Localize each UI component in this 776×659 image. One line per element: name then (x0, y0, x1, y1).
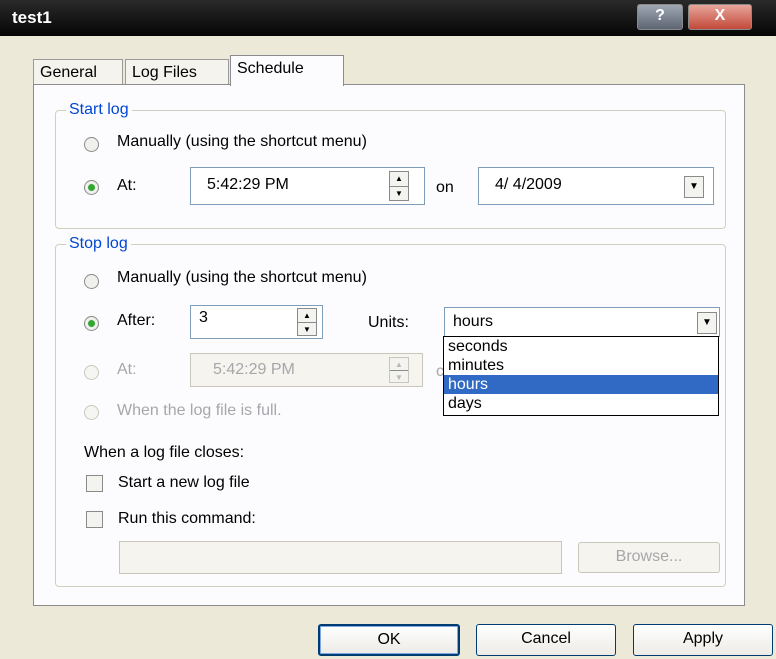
new-log-checkbox[interactable] (86, 475, 103, 492)
stop-at-radio[interactable] (84, 365, 99, 380)
close-button[interactable]: X (688, 4, 752, 30)
tab-log-files[interactable]: Log Files (125, 59, 229, 85)
help-button[interactable]: ? (637, 4, 683, 30)
stop-manual-label: Manually (using the shortcut menu) (117, 269, 367, 286)
chevron-down-icon[interactable]: ▼ (684, 176, 704, 198)
units-option-minutes[interactable]: minutes (444, 356, 718, 375)
ok-button[interactable]: OK (318, 624, 460, 656)
start-manual-label: Manually (using the shortcut menu) (117, 133, 367, 150)
window-title: test1 (12, 8, 52, 27)
stop-full-radio[interactable] (84, 405, 99, 420)
stop-log-legend: Stop log (69, 235, 128, 252)
stop-at-label: At: (117, 361, 137, 378)
units-option-seconds[interactable]: seconds (444, 337, 718, 356)
stop-manual-radio[interactable] (84, 274, 99, 289)
start-log-legend: Start log (69, 101, 129, 118)
apply-button[interactable]: Apply (633, 624, 773, 656)
browse-button[interactable]: Browse... (578, 542, 720, 573)
start-at-label: At: (117, 177, 137, 194)
spin-up-icon[interactable]: ▲ (298, 309, 316, 323)
start-date-picker[interactable]: 4/ 4/2009 (478, 167, 714, 205)
units-label: Units: (368, 314, 409, 331)
chevron-down-icon[interactable]: ▼ (697, 312, 717, 334)
close-actions-heading: When a log file closes: (84, 444, 245, 461)
stop-time-spinner[interactable]: ▲ ▼ (389, 357, 409, 383)
spin-up-icon[interactable]: ▲ (390, 172, 408, 187)
cancel-button[interactable]: Cancel (476, 624, 616, 656)
run-command-checkbox[interactable] (86, 511, 103, 528)
new-log-label: Start a new log file (118, 474, 250, 491)
properties-dialog: test1 ? X General Log Files Schedule Sta… (0, 0, 776, 659)
units-selected-value: hours (453, 313, 494, 330)
units-option-days[interactable]: days (444, 394, 718, 413)
units-option-hours[interactable]: hours (444, 375, 718, 394)
spin-down-icon[interactable]: ▼ (298, 323, 316, 336)
stop-after-radio[interactable] (84, 316, 99, 331)
start-log-group: Start log (55, 101, 726, 229)
stop-full-label: When the log file is full. (117, 402, 282, 419)
units-dropdown-list: seconds minutes hours days (443, 336, 719, 416)
tab-schedule[interactable]: Schedule (230, 55, 344, 86)
start-manual-radio[interactable] (84, 137, 99, 152)
start-at-radio[interactable] (84, 180, 99, 195)
spin-down-icon[interactable]: ▼ (390, 187, 408, 201)
units-select[interactable]: hours ▼ (444, 307, 720, 337)
after-spinner[interactable]: ▲ ▼ (297, 308, 317, 336)
command-input[interactable] (119, 541, 562, 574)
title-bar[interactable]: test1 ? X (0, 0, 776, 36)
spin-up-icon[interactable]: ▲ (390, 358, 408, 371)
stop-after-label: After: (117, 312, 156, 329)
tab-general[interactable]: General (33, 59, 123, 85)
spin-down-icon[interactable]: ▼ (390, 371, 408, 383)
run-command-label: Run this command: (118, 510, 256, 527)
start-time-spinner[interactable]: ▲ ▼ (389, 171, 409, 201)
start-on-label: on (436, 179, 454, 196)
